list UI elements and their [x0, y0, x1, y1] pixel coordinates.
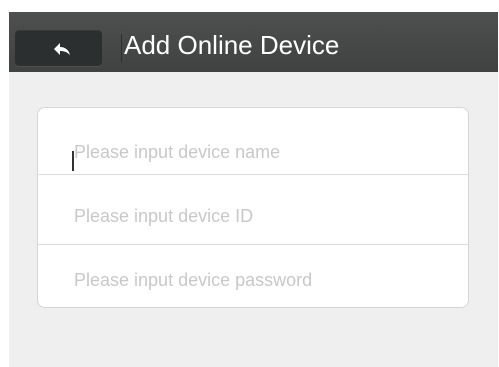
- header-bar: Add Online Device: [9, 12, 498, 72]
- field-divider: [38, 174, 468, 175]
- header-divider: [121, 34, 122, 62]
- text-cursor: [72, 151, 74, 171]
- field-divider: [38, 244, 468, 245]
- page-title: Add Online Device: [124, 30, 340, 60]
- back-arrow-icon: [54, 43, 70, 55]
- back-button[interactable]: [15, 30, 102, 66]
- device-form-card: [37, 107, 469, 308]
- device-id-field[interactable]: [38, 184, 468, 248]
- add-online-device-screen: Add Online Device: [9, 12, 498, 367]
- device-password-field[interactable]: [38, 248, 468, 307]
